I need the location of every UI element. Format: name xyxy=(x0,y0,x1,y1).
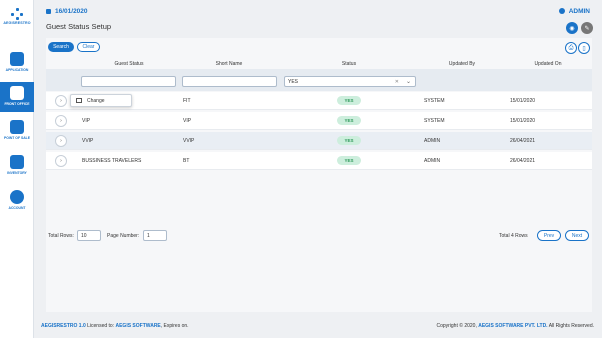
change-menu-item[interactable]: Change xyxy=(87,98,105,104)
status-filter-value: YES xyxy=(288,79,299,85)
view-button[interactable]: ◉ xyxy=(566,22,578,34)
print-icon: ⎙ xyxy=(568,44,574,51)
row-context-menu: Change xyxy=(70,94,132,107)
sidebar-item-label: POINT OF SALE xyxy=(4,136,30,140)
chevron-right-icon: › xyxy=(60,98,62,104)
front-office-icon xyxy=(10,86,24,100)
date-text: 16/01/2020 xyxy=(55,8,88,15)
sidebar-item-account[interactable]: ACCOUNT xyxy=(0,186,34,216)
application-icon xyxy=(10,52,24,66)
status-badge: YES xyxy=(337,156,361,165)
account-icon xyxy=(10,190,24,204)
guest-status-cell: BUSSINESS TRAVELERS xyxy=(82,158,142,164)
footer-license: AEGISRESTRO 1.0 Licensed to: AEGIS SOFTW… xyxy=(41,323,189,329)
chevron-right-icon: › xyxy=(60,158,62,164)
column-header-short-name: Short Name xyxy=(215,61,243,67)
updated-on-cell: 15/01/2020 xyxy=(510,118,536,124)
short-name-cell: FIT xyxy=(183,98,191,104)
updated-by-cell: SYSTEM xyxy=(424,98,445,104)
status-badge: YES xyxy=(337,96,361,105)
sidebar-item-application[interactable]: APPLICATION xyxy=(0,48,34,78)
logo-icon xyxy=(11,8,23,20)
calendar-icon xyxy=(46,8,51,14)
total-rows-label: Total Rows: xyxy=(48,233,74,239)
column-header-guest-status: Guest Status xyxy=(114,61,144,67)
chevron-right-icon: › xyxy=(60,118,62,124)
footer-copyright: Copyright © 2020, AEGIS SOFTWARE PVT. LT… xyxy=(436,323,594,329)
total-rows-input[interactable]: 10 xyxy=(77,230,101,241)
footer-product: AEGISRESTRO 1.0 xyxy=(41,323,86,329)
short-name-filter-input[interactable] xyxy=(182,76,277,87)
user-menu[interactable]: ADMIN xyxy=(558,8,590,15)
footer-expires-text: , Expires on. xyxy=(160,323,189,329)
guest-status-cell: VVIP xyxy=(82,138,94,144)
short-name-cell: VVIP xyxy=(183,138,195,144)
footer-copyright-text: Copyright © 2020, xyxy=(436,323,477,329)
sidebar-item-label: APPLICATION xyxy=(5,68,29,72)
sidebar-item-point-of-sale[interactable]: POINT OF SALE xyxy=(0,116,34,146)
table-row[interactable]: › BUSSINESS TRAVELERS BT YES ADMIN 26/04… xyxy=(46,152,592,170)
prev-button[interactable]: Prev xyxy=(537,230,561,241)
document-icon: ▯ xyxy=(582,45,586,52)
column-header-status: Status xyxy=(341,61,357,67)
inventory-icon xyxy=(10,155,24,169)
export-button[interactable]: ▯ xyxy=(578,42,590,54)
updated-by-cell: ADMIN xyxy=(424,138,441,144)
table-row[interactable]: › VVIP VVIP YES ADMIN 26/04/2021 xyxy=(46,132,592,150)
page-title: Guest Status Setup xyxy=(46,22,112,31)
updated-by-cell: SYSTEM xyxy=(424,118,445,124)
status-filter-select[interactable]: YES ✕ ⌄ xyxy=(284,76,416,87)
status-badge: YES xyxy=(337,136,361,145)
short-name-cell: BT xyxy=(183,158,190,164)
total-rows-info: Total 4 Rows xyxy=(499,233,528,239)
sidebar-item-label: ACCOUNT xyxy=(8,206,26,210)
status-badge: YES xyxy=(337,116,361,125)
footer-licensee: AEGIS SOFTWARE xyxy=(115,323,161,329)
next-button[interactable]: Next xyxy=(565,230,589,241)
sidebar-item-front-office[interactable]: FRONT OFFICE xyxy=(0,82,34,112)
footer-rights-text: All Rights Reserved. xyxy=(548,323,594,329)
business-date: 16/01/2020 xyxy=(46,8,88,15)
chevron-down-icon[interactable]: ⌄ xyxy=(406,78,411,85)
column-header-updated-on: Updated On xyxy=(534,61,562,67)
updated-on-cell: 26/04/2021 xyxy=(510,158,536,164)
user-name: ADMIN xyxy=(568,8,590,15)
logo-text: AEGISRESTRO xyxy=(3,21,31,25)
footer-licensed-text: Licensed to: xyxy=(87,323,115,329)
user-icon xyxy=(558,8,565,14)
page-number-label: Page Number: xyxy=(107,233,140,239)
updated-on-cell: 26/04/2021 xyxy=(510,138,536,144)
chevron-right-icon: › xyxy=(60,138,62,144)
guest-status-filter-input[interactable] xyxy=(81,76,176,87)
app-logo: AEGISRESTRO xyxy=(0,8,34,25)
top-bar: 16/01/2020 ADMIN xyxy=(40,6,592,18)
row-expand-button[interactable]: › xyxy=(55,135,67,147)
print-button[interactable]: ⎙ xyxy=(565,42,577,54)
row-expand-button[interactable]: › xyxy=(55,95,67,107)
point-of-sale-icon xyxy=(10,120,24,134)
sidebar-item-label: INVENTORY xyxy=(7,171,27,175)
column-header-updated-by: Updated By xyxy=(448,61,476,67)
updated-by-cell: ADMIN xyxy=(424,158,441,164)
sidebar: AEGISRESTRO APPLICATION FRONT OFFICE POI… xyxy=(0,0,34,338)
sidebar-item-label: FRONT OFFICE xyxy=(4,102,30,106)
short-name-cell: VIP xyxy=(183,118,192,124)
clear-button[interactable]: Clear xyxy=(77,42,100,52)
eye-icon: ◉ xyxy=(569,25,575,32)
page-number-input[interactable]: 1 xyxy=(143,230,167,241)
search-button[interactable]: Search xyxy=(48,42,74,52)
edit-icon xyxy=(76,98,82,103)
table-row[interactable]: › VIP VIP YES SYSTEM 15/01/2020 xyxy=(46,112,592,130)
footer-company: AEGIS SOFTWARE PVT. LTD. xyxy=(478,323,548,329)
row-expand-button[interactable]: › xyxy=(55,155,67,167)
guest-status-cell: VIP xyxy=(82,118,91,124)
clear-filter-icon[interactable]: ✕ xyxy=(395,79,399,85)
row-expand-button[interactable]: › xyxy=(55,115,67,127)
edit-button[interactable]: ✎ xyxy=(581,22,593,34)
pencil-icon: ✎ xyxy=(584,25,590,32)
sidebar-item-inventory[interactable]: INVENTORY xyxy=(0,151,34,181)
updated-on-cell: 15/01/2020 xyxy=(510,98,536,104)
